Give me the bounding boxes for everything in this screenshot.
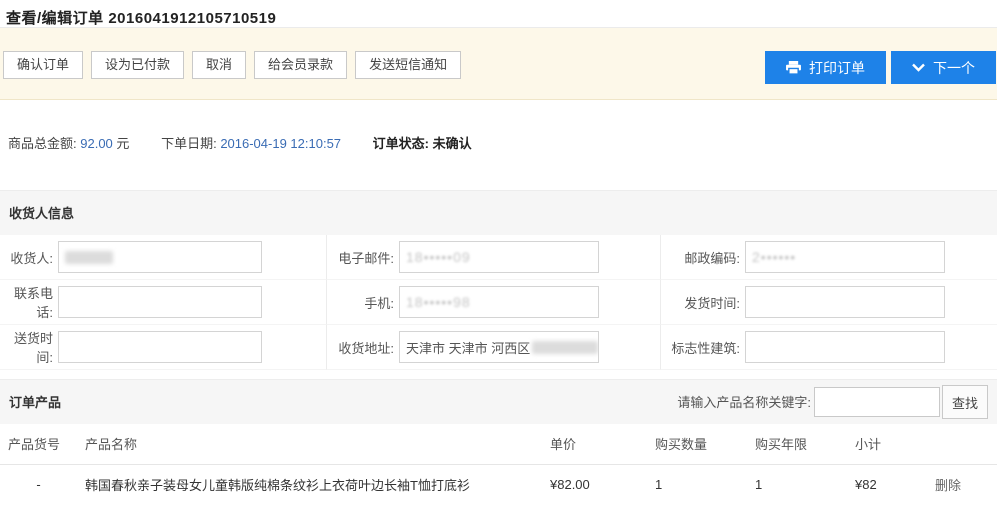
consignee-section-title: 收货人信息 bbox=[9, 206, 74, 221]
order-total: 商品总金额: 92.00 元 bbox=[8, 136, 129, 151]
redacted-text bbox=[65, 251, 113, 264]
field-consignee-name: 收货人: bbox=[0, 235, 326, 280]
delivery-time-input[interactable] bbox=[58, 331, 262, 363]
table-row: - 韩国春秋亲子装母女儿童韩版纯棉条纹衫上衣荷叶边长袖T恤打底衫 ¥82.00 … bbox=[0, 464, 997, 504]
col-years: 购买年限 bbox=[747, 424, 847, 464]
member-credit-button[interactable]: 给会员录款 bbox=[254, 51, 347, 79]
redacted-text bbox=[532, 341, 598, 354]
print-order-button[interactable]: 打印订单 bbox=[765, 51, 886, 84]
ship-time-input[interactable] bbox=[745, 286, 945, 318]
col-sku: 产品货号 bbox=[0, 424, 77, 464]
order-toolbar: 确认订单 设为已付款 取消 给会员录款 发送短信通知 打印订单 下一个 bbox=[0, 28, 997, 100]
product-years: 1 bbox=[747, 464, 847, 504]
toolbar-right-buttons: 打印订单 下一个 bbox=[765, 51, 996, 84]
email-input[interactable]: 18•••••09 bbox=[399, 241, 599, 273]
col-name: 产品名称 bbox=[77, 424, 542, 464]
product-sku: - bbox=[0, 464, 77, 504]
contact-phone-input[interactable] bbox=[58, 286, 262, 318]
products-table: 产品货号 产品名称 单价 购买数量 购买年限 小计 - 韩国春秋亲子装母女儿童韩… bbox=[0, 424, 997, 504]
address-input[interactable]: 天津市 天津市 河西区现 bbox=[399, 331, 599, 363]
field-delivery-time: 送货时间: bbox=[0, 325, 326, 370]
product-qty: 1 bbox=[647, 464, 747, 504]
product-price: ¥82.00 bbox=[542, 464, 647, 504]
landmark-input[interactable] bbox=[745, 331, 945, 363]
col-subtotal: 小计 bbox=[847, 424, 927, 464]
page-title: 查看/编辑订单 2016041912105710519 bbox=[6, 7, 989, 28]
order-status-value: 未确认 bbox=[433, 136, 472, 151]
col-price: 单价 bbox=[542, 424, 647, 464]
mobile-input[interactable]: 18•••••98 bbox=[399, 286, 599, 318]
field-mobile: 手机: 18•••••98 bbox=[326, 280, 660, 325]
chevron-down-icon bbox=[912, 63, 925, 72]
cancel-order-button[interactable]: 取消 bbox=[192, 51, 246, 79]
product-name: 韩国春秋亲子装母女儿童韩版纯棉条纹衫上衣荷叶边长袖T恤打底衫 bbox=[77, 464, 542, 504]
delete-product-link[interactable]: 删除 bbox=[935, 478, 961, 493]
product-search-input[interactable] bbox=[814, 387, 940, 417]
field-address: 收货地址: 天津市 天津市 河西区现 bbox=[326, 325, 660, 370]
field-landmark: 标志性建筑: bbox=[660, 325, 997, 370]
product-subtotal: ¥82 bbox=[847, 464, 927, 504]
field-ship-time: 发货时间: bbox=[660, 280, 997, 325]
next-order-button[interactable]: 下一个 bbox=[891, 51, 996, 84]
postal-code-input[interactable]: 2•••••• bbox=[745, 241, 945, 273]
consignee-section-header: 收货人信息 bbox=[0, 190, 997, 235]
products-section-header: 订单产品 请输入产品名称关键字: 查找 bbox=[0, 379, 997, 424]
field-contact-phone: 联系电话: bbox=[0, 280, 326, 325]
product-search: 请输入产品名称关键字: 查找 bbox=[677, 380, 988, 425]
order-date-value: 2016-04-19 12:10:57 bbox=[220, 136, 341, 151]
set-paid-button[interactable]: 设为已付款 bbox=[91, 51, 184, 79]
order-date: 下单日期: 2016-04-19 12:10:57 bbox=[161, 136, 341, 151]
confirm-order-button[interactable]: 确认订单 bbox=[3, 51, 83, 79]
col-qty: 购买数量 bbox=[647, 424, 747, 464]
products-table-header-row: 产品货号 产品名称 单价 购买数量 购买年限 小计 bbox=[0, 424, 997, 464]
printer-icon bbox=[786, 61, 801, 75]
products-section-title: 订单产品 bbox=[9, 380, 61, 425]
title-bar: 查看/编辑订单 2016041912105710519 bbox=[0, 0, 997, 28]
field-email: 电子邮件: 18•••••09 bbox=[326, 235, 660, 280]
product-search-button[interactable]: 查找 bbox=[942, 385, 988, 419]
send-sms-button[interactable]: 发送短信通知 bbox=[355, 51, 461, 79]
order-total-value: 92.00 bbox=[80, 136, 113, 151]
order-summary: 商品总金额: 92.00 元 下单日期: 2016-04-19 12:10:57… bbox=[8, 133, 997, 150]
product-search-label: 请输入产品名称关键字: bbox=[677, 380, 811, 425]
consignee-form: 收货人: 电子邮件: 18•••••09 邮政编码: 2•••••• 联系电话:… bbox=[0, 235, 997, 370]
consignee-name-input[interactable] bbox=[58, 241, 262, 273]
field-postal-code: 邮政编码: 2•••••• bbox=[660, 235, 997, 280]
order-status: 订单状态: 未确认 bbox=[373, 136, 472, 151]
col-action bbox=[927, 424, 997, 464]
